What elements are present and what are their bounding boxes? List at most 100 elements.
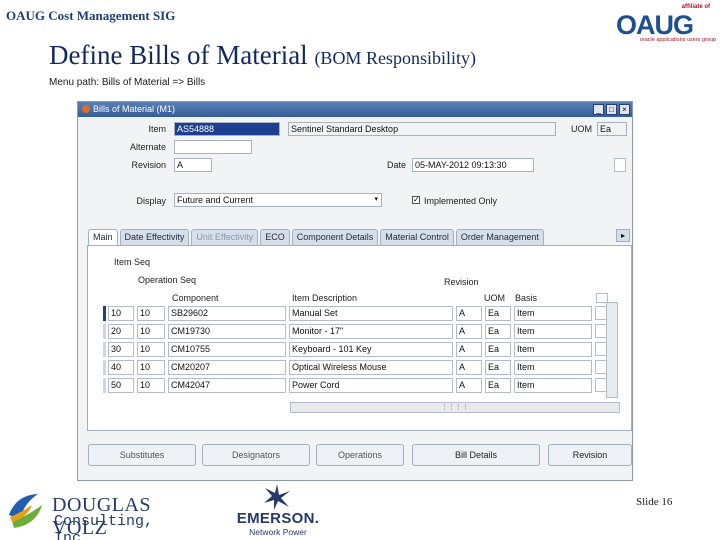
minimize-button[interactable]: _ [593, 104, 604, 115]
page-title: Define Bills of Material (BOM Responsibi… [49, 40, 476, 71]
uom-cell[interactable]: Ea [485, 342, 511, 357]
component-cell[interactable]: CM10755 [168, 342, 286, 357]
basis-cell[interactable]: Item [514, 378, 592, 393]
display-select[interactable]: Future and Current ▾ [174, 193, 382, 207]
component-cell[interactable]: SB29602 [168, 306, 286, 321]
emerson-subtitle: Network Power [249, 527, 307, 537]
op-seq-cell[interactable]: 10 [137, 378, 165, 393]
emerson-wordmark: EMERSON. [236, 510, 320, 527]
item-label: Item [148, 124, 166, 134]
operations-button[interactable]: Operations [316, 444, 404, 466]
revision-cell[interactable]: A [456, 324, 482, 339]
revision-cell[interactable]: A [456, 342, 482, 357]
page-title-sub: (BOM Responsibility) [314, 48, 476, 68]
tab-date-effectivity[interactable]: Date Effectivity [119, 229, 190, 245]
description-cell: Keyboard - 101 Key [289, 342, 453, 357]
uom-cell[interactable]: Ea [485, 360, 511, 375]
basis-cell[interactable]: Item [514, 360, 592, 375]
date-label: Date [386, 160, 406, 170]
display-select-value: Future and Current [177, 195, 254, 205]
implemented-only-checkbox[interactable]: ✓ [412, 196, 420, 204]
revision-cell[interactable]: A [456, 306, 482, 321]
item-seq-cell[interactable]: 50 [108, 378, 134, 393]
item-description-field: Sentinel Standard Desktop [288, 122, 556, 136]
basis-cell[interactable]: Item [514, 324, 592, 339]
operation-seq-header: Operation Seq [138, 275, 197, 285]
tab-unit-effectivity[interactable]: Unit Effectivity [191, 229, 259, 245]
date-calendar-button[interactable] [614, 158, 626, 172]
bills-of-material-window: Bills of Material (M1) _ □ × Item AS5488… [77, 101, 633, 481]
uom-cell[interactable]: Ea [485, 306, 511, 321]
item-seq-cell[interactable]: 40 [108, 360, 134, 375]
douglas-volz-logo: DOUGLAS VOLZ Consulting, Inc. [6, 491, 192, 540]
basis-cell[interactable]: Item [514, 306, 592, 321]
op-seq-cell[interactable]: 10 [137, 342, 165, 357]
tab-main[interactable]: Main [88, 229, 118, 245]
revision-field[interactable]: A [174, 158, 212, 172]
row-indicator [103, 378, 106, 393]
window-titlebar[interactable]: Bills of Material (M1) _ □ × [78, 102, 632, 117]
alternate-field[interactable] [174, 140, 252, 154]
component-cell[interactable]: CM20207 [168, 360, 286, 375]
table-horizontal-scrollbar[interactable]: ⋮⋮⋮⋮ [290, 402, 620, 413]
chevron-down-icon: ▾ [374, 196, 378, 203]
uom-cell[interactable]: Ea [485, 378, 511, 393]
row-indicator [103, 342, 106, 357]
op-seq-cell[interactable]: 10 [137, 360, 165, 375]
revision-button[interactable]: Revision [548, 444, 632, 466]
douglas-volz-mark-icon [9, 494, 42, 528]
op-seq-cell[interactable]: 10 [137, 324, 165, 339]
emerson-mark-icon [264, 484, 290, 510]
item-description-header: Item Description [292, 293, 358, 303]
row-indicator [103, 324, 106, 339]
sig-title: OAUG Cost Management SIG [6, 8, 176, 23]
slide-number: Slide 16 [636, 496, 673, 508]
revision-cell[interactable]: A [456, 378, 482, 393]
douglas-volz-subtitle: Consulting, Inc. [54, 513, 154, 540]
uom-column-header: UOM [484, 293, 505, 303]
oaug-logo: affiliate of OAUG oracle applications us… [608, 4, 716, 44]
item-seq-cell[interactable]: 20 [108, 324, 134, 339]
tab-eco[interactable]: ECO [260, 229, 290, 245]
bill-details-button[interactable]: Bill Details [412, 444, 540, 466]
revision-column-header: Revision [444, 277, 479, 287]
item-field[interactable]: AS54888 [174, 122, 280, 136]
tab-material-control[interactable]: Material Control [380, 229, 454, 245]
designators-button[interactable]: Designators [202, 444, 310, 466]
component-cell[interactable]: CM42047 [168, 378, 286, 393]
alternate-label: Alternate [129, 142, 166, 152]
tab-order-management[interactable]: Order Management [455, 229, 544, 245]
item-seq-header: Item Seq [114, 257, 151, 267]
description-cell: Monitor - 17" [289, 324, 453, 339]
row-indicator [103, 360, 106, 375]
maximize-button[interactable]: □ [606, 104, 617, 115]
tab-scroll-right-icon[interactable]: ▸ [616, 229, 630, 242]
page-title-main: Define Bills of Material [49, 40, 308, 70]
date-field[interactable]: 05-MAY-2012 09:13:30 [412, 158, 534, 172]
uom-label: UOM [571, 124, 592, 134]
display-label: Display [136, 196, 166, 206]
close-button[interactable]: × [619, 104, 630, 115]
description-cell: Optical Wireless Mouse [289, 360, 453, 375]
substitutes-button[interactable]: Substitutes [88, 444, 196, 466]
op-seq-cell[interactable]: 10 [137, 306, 165, 321]
menu-path: Menu path: Bills of Material => Bills [49, 77, 206, 88]
oaug-tagline: oracle applications users group [639, 37, 716, 43]
uom-cell[interactable]: Ea [485, 324, 511, 339]
tab-bar: Main Date Effectivity Unit Effectivity E… [88, 229, 546, 245]
implemented-only-label: Implemented Only [424, 196, 498, 206]
row-indicator [103, 306, 106, 321]
description-cell: Manual Set [289, 306, 453, 321]
component-cell[interactable]: CM19730 [168, 324, 286, 339]
item-seq-cell[interactable]: 30 [108, 342, 134, 357]
table-vertical-scrollbar[interactable] [606, 302, 618, 398]
description-cell: Power Cord [289, 378, 453, 393]
emerson-logo: EMERSON. Network Power [228, 483, 328, 538]
oracle-form-icon [82, 105, 90, 113]
basis-header: Basis [515, 293, 538, 303]
revision-cell[interactable]: A [456, 360, 482, 375]
uom-field: Ea [597, 122, 627, 136]
item-seq-cell[interactable]: 10 [108, 306, 134, 321]
basis-cell[interactable]: Item [514, 342, 592, 357]
tab-component-details[interactable]: Component Details [291, 229, 379, 245]
